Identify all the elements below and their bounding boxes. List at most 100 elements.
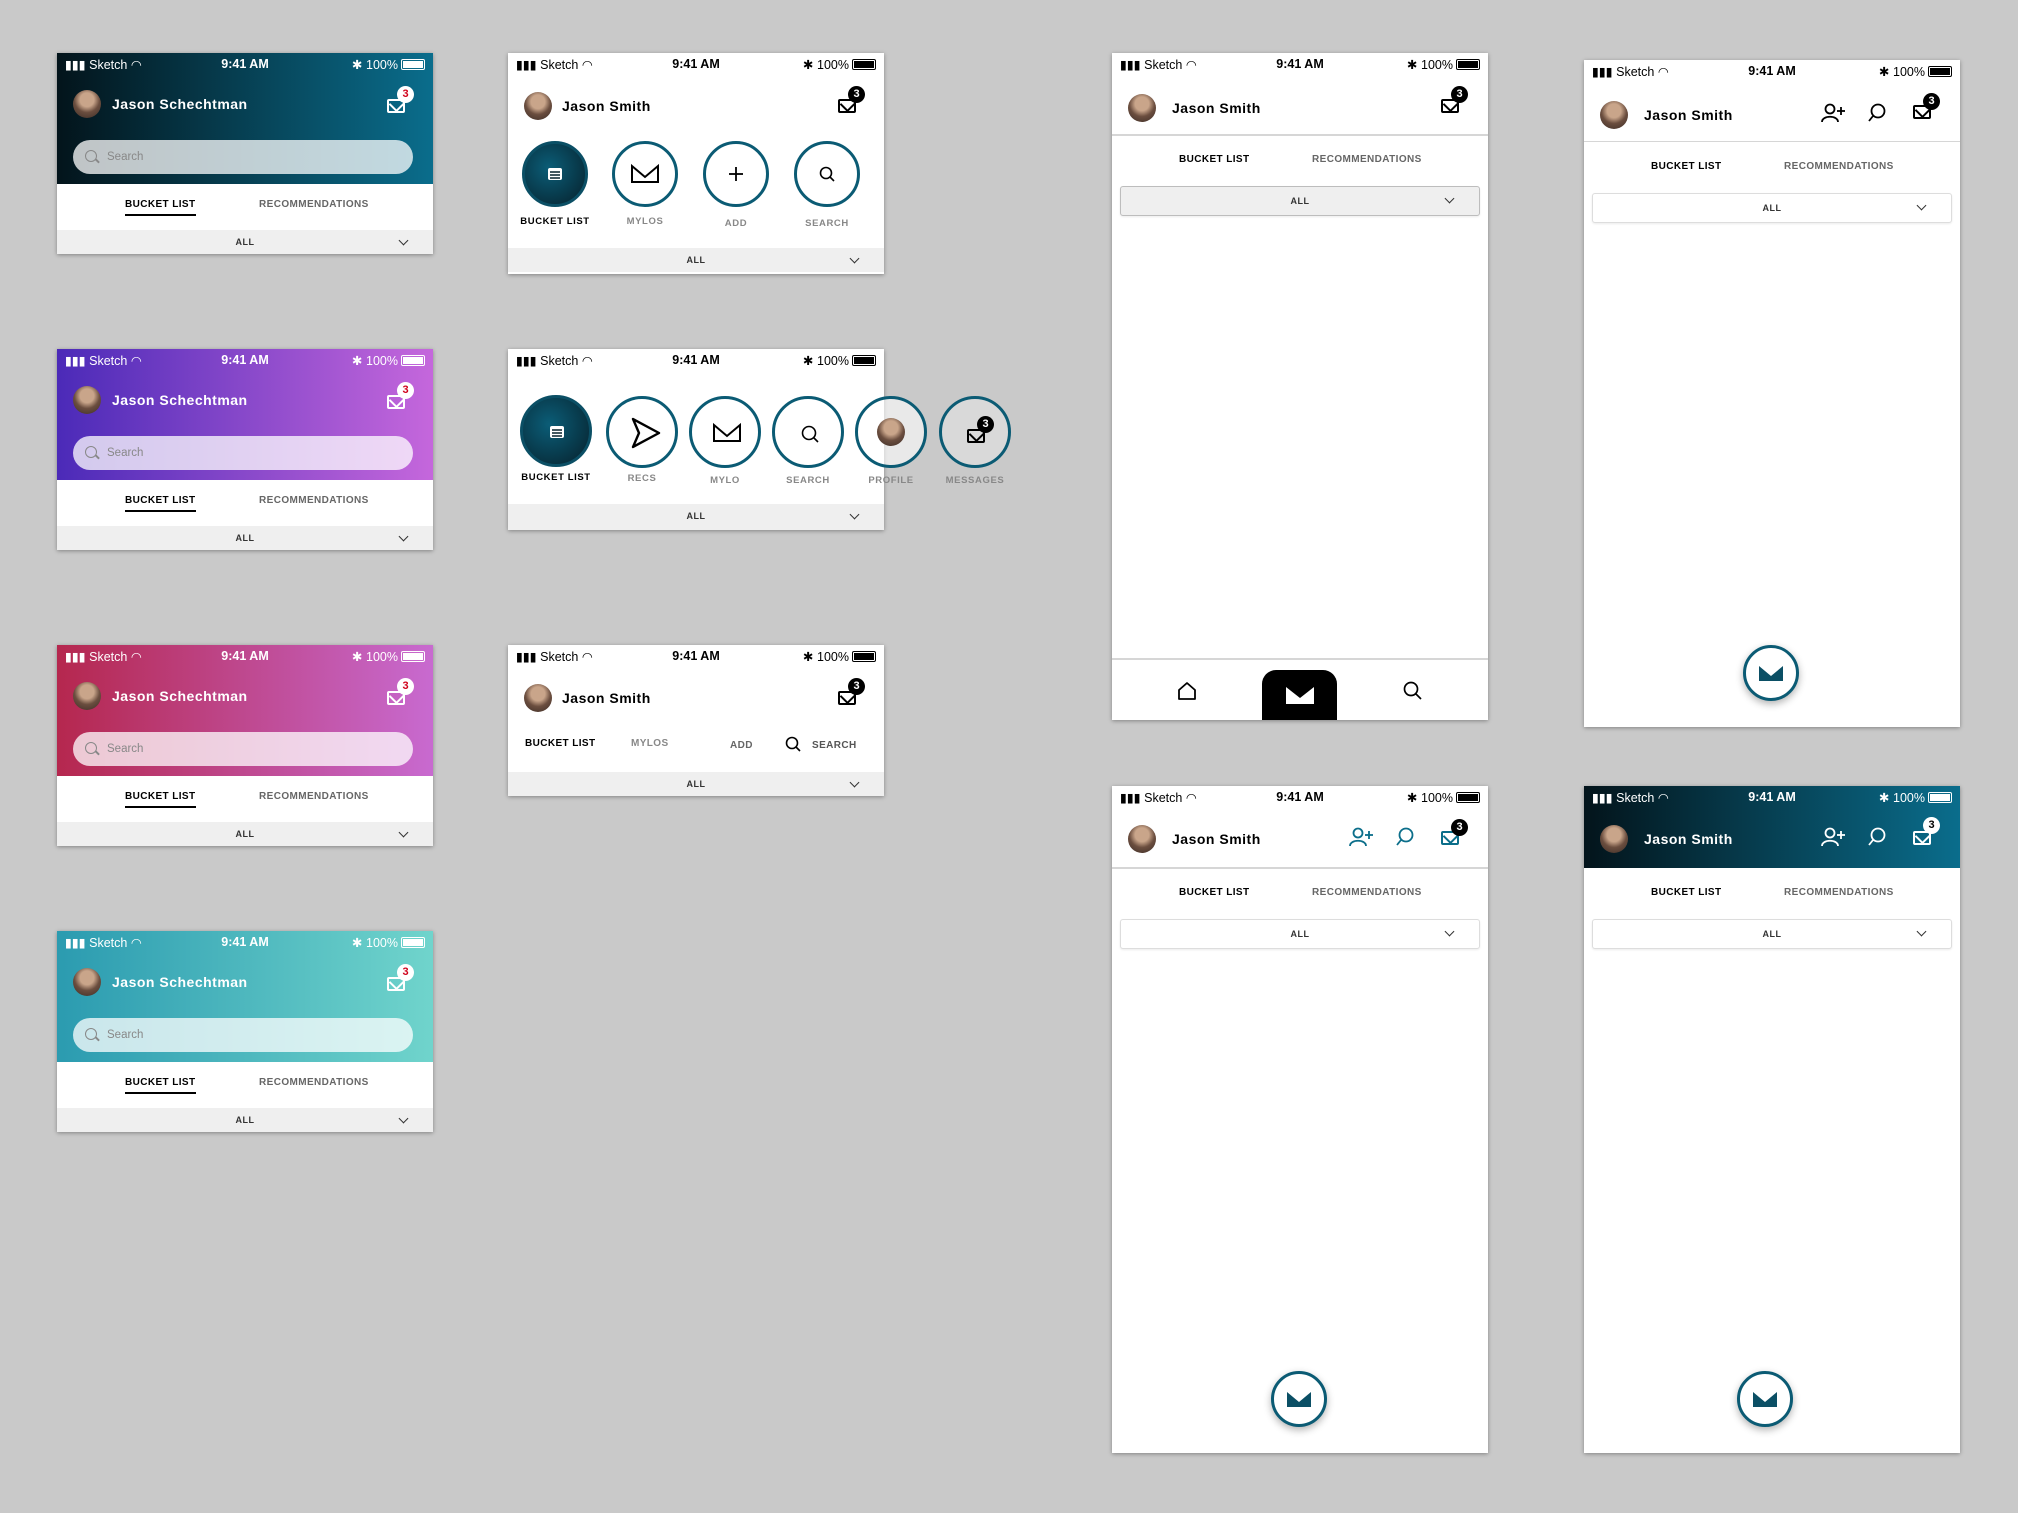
avatar[interactable] [73, 682, 101, 710]
filter-dropdown[interactable]: ALL [57, 230, 433, 254]
circle-nav-four: ▮▮▮ Sketch ◠ 9:41 AM ✱ 100% Jason Smith … [508, 53, 884, 274]
nav-recs-label: RECS [627, 473, 657, 484]
avatar[interactable] [73, 386, 101, 414]
nav-add[interactable] [703, 141, 769, 207]
nav-mylos[interactable] [612, 141, 678, 207]
nav-search[interactable]: SEARCH [812, 740, 857, 751]
nav-profile[interactable] [855, 396, 927, 468]
nav-bucket-list[interactable] [522, 141, 588, 207]
filter-dropdown[interactable]: ALL [57, 822, 433, 846]
mylo-fab-button[interactable] [1271, 1371, 1327, 1427]
header-variant-aqua: ▮▮▮ Sketch ◠ 9:41 AM ✱ 100% Jason Schech… [57, 931, 433, 1132]
mylo-logo-icon [1287, 1392, 1311, 1407]
message-badge: 3 [848, 678, 865, 695]
avatar[interactable] [524, 684, 552, 712]
battery-icon [852, 355, 876, 366]
search-icon [785, 736, 801, 752]
search-input[interactable]: Search [73, 732, 413, 766]
avatar[interactable] [524, 92, 552, 120]
message-badge: 3 [1451, 819, 1468, 836]
add-friend-icon[interactable] [1820, 102, 1846, 124]
filter-dropdown[interactable]: ALL [1120, 919, 1480, 949]
status-bar: ▮▮▮ Sketch ◠ 9:41 AM ✱ 100% [508, 53, 884, 73]
nav-mylo[interactable] [689, 396, 761, 468]
mylo-fab-button[interactable] [1737, 1371, 1793, 1427]
filter-dropdown[interactable]: ALL [508, 248, 884, 272]
tab-bucket-list[interactable]: BUCKET LIST [125, 791, 196, 808]
mylo-fab-button[interactable] [1743, 645, 1799, 701]
bottom-tab-bar [1112, 658, 1488, 720]
add-friend-icon[interactable] [1348, 826, 1374, 848]
search-icon [85, 1028, 97, 1040]
search-icon[interactable] [1395, 826, 1417, 848]
user-name: Jason Smith [562, 98, 651, 114]
filter-dropdown[interactable]: ALL [57, 1108, 433, 1132]
battery-icon [1456, 59, 1480, 70]
tab-recommendations[interactable]: RECOMMENDATIONS [259, 1077, 369, 1088]
mylo-logo-icon [713, 422, 741, 442]
tab-recommendations[interactable]: RECOMMENDATIONS [1312, 154, 1422, 165]
bluetooth-icon: ✱ [352, 936, 363, 950]
tab-bucket-list[interactable]: BUCKET LIST [125, 495, 196, 512]
add-friend-icon[interactable] [1820, 826, 1846, 848]
nav-messages-label: MESSAGES [945, 475, 1005, 486]
nav-messages[interactable]: 3 [939, 396, 1011, 468]
bluetooth-icon: ✱ [352, 58, 363, 72]
status-bar: ▮▮▮ Sketch ◠ 9:41 AM ✱ 100% [1584, 60, 1960, 80]
battery-icon [401, 937, 425, 948]
user-name: Jason Schechtman [112, 96, 248, 112]
plus-icon [729, 167, 743, 181]
list-icon [548, 168, 562, 180]
filter-dropdown[interactable]: ALL [57, 526, 433, 550]
bluetooth-icon: ✱ [803, 58, 814, 72]
search-icon [819, 166, 835, 182]
tab-recommendations[interactable]: RECOMMENDATIONS [259, 791, 369, 802]
full-screen-dark-header: ▮▮▮ Sketch ◠ 9:41 AM ✱ 100% Jason Smith … [1584, 786, 1960, 1453]
nav-bucket-list[interactable]: BUCKET LIST [525, 738, 596, 749]
filter-dropdown[interactable]: ALL [1120, 186, 1480, 216]
filter-dropdown[interactable]: ALL [508, 772, 884, 796]
search-icon[interactable] [1402, 680, 1424, 702]
tab-bucket-list[interactable]: BUCKET LIST [125, 199, 196, 216]
tab-bucket-list[interactable]: BUCKET LIST [1179, 154, 1250, 165]
header-variant-magenta: ▮▮▮ Sketch ◠ 9:41 AM ✱ 100% Jason Schech… [57, 645, 433, 846]
tab-bucket-list[interactable]: BUCKET LIST [125, 1077, 196, 1094]
user-name: Jason Schechtman [112, 392, 248, 408]
nav-add[interactable]: ADD [730, 740, 753, 751]
nav-bucket-list-label: BUCKET LIST [520, 216, 590, 227]
tab-bucket-list[interactable]: BUCKET LIST [1651, 161, 1722, 172]
tab-recommendations[interactable]: RECOMMENDATIONS [1312, 887, 1422, 898]
avatar[interactable] [1128, 825, 1156, 853]
avatar[interactable] [73, 968, 101, 996]
search-icon[interactable] [1867, 826, 1889, 848]
search-icon [85, 742, 97, 754]
battery-icon [401, 355, 425, 366]
tab-bucket-list[interactable]: BUCKET LIST [1179, 887, 1250, 898]
tab-recommendations[interactable]: RECOMMENDATIONS [1784, 161, 1894, 172]
avatar[interactable] [1600, 101, 1628, 129]
bluetooth-icon: ✱ [1407, 791, 1418, 805]
nav-search[interactable] [772, 396, 844, 468]
search-input[interactable]: Search [73, 1018, 413, 1052]
search-input[interactable]: Search [73, 436, 413, 470]
nav-mylos[interactable]: MYLOS [631, 738, 669, 749]
filter-dropdown[interactable]: ALL [508, 504, 884, 530]
nav-recs[interactable] [606, 396, 678, 468]
avatar[interactable] [73, 90, 101, 118]
tab-bucket-list[interactable]: BUCKET LIST [1651, 887, 1722, 898]
avatar[interactable] [1600, 825, 1628, 853]
message-badge: 3 [977, 416, 994, 433]
nav-search[interactable] [794, 141, 860, 207]
home-icon[interactable] [1176, 680, 1198, 702]
filter-dropdown[interactable]: ALL [1592, 919, 1952, 949]
tab-recommendations[interactable]: RECOMMENDATIONS [259, 495, 369, 506]
avatar [877, 418, 905, 446]
avatar[interactable] [1128, 94, 1156, 122]
filter-dropdown[interactable]: ALL [1592, 193, 1952, 223]
search-input[interactable]: Search [73, 140, 413, 174]
tab-recommendations[interactable]: RECOMMENDATIONS [259, 199, 369, 210]
mylo-tab-button[interactable] [1262, 670, 1337, 720]
search-icon[interactable] [1867, 102, 1889, 124]
nav-bucket-list[interactable] [520, 395, 592, 467]
tab-recommendations[interactable]: RECOMMENDATIONS [1784, 887, 1894, 898]
